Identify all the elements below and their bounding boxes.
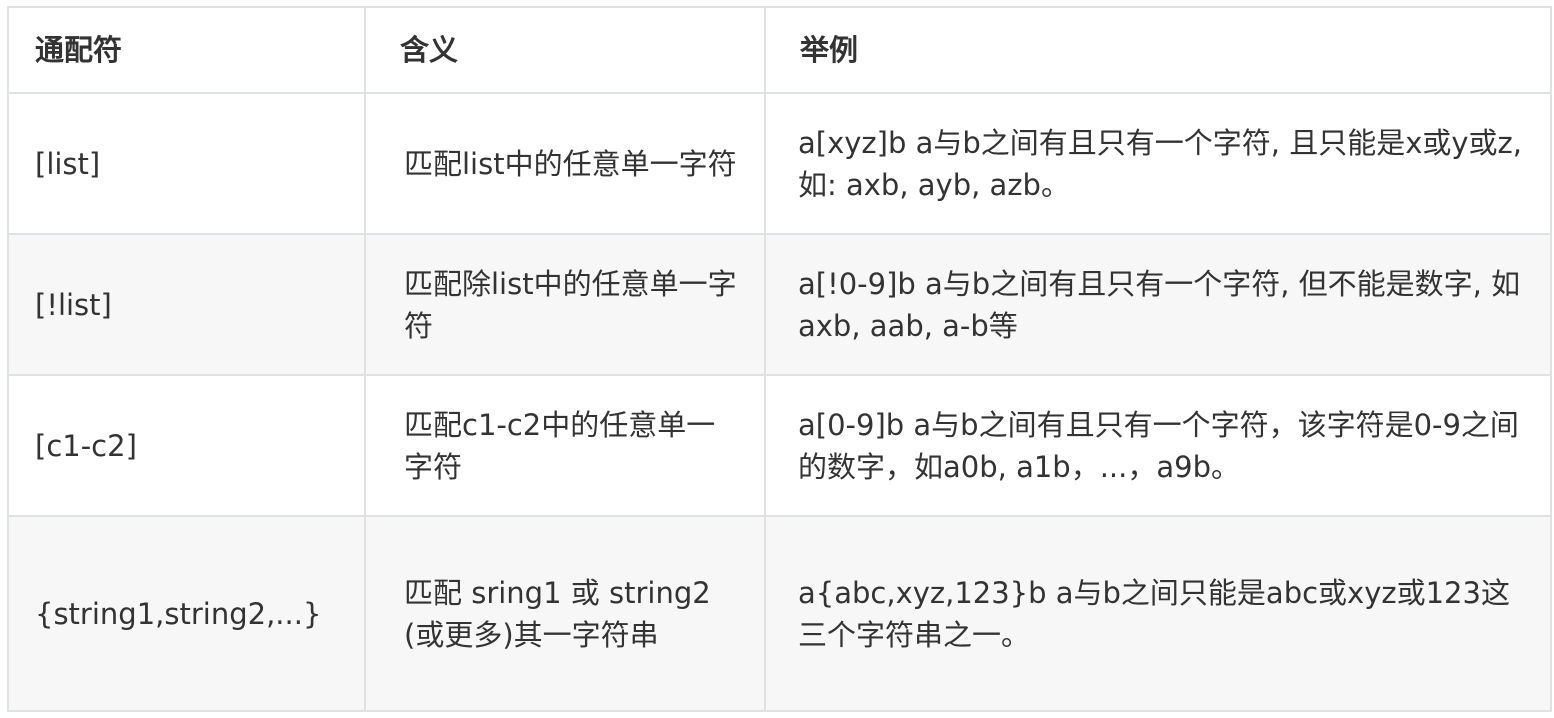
table-header-row: 通配符 含义 举例 bbox=[7, 6, 1552, 94]
meaning-cell: 匹配 sring1 或 string2 (或更多)其一字符串 bbox=[364, 515, 766, 712]
wildcard-table-container: 通配符 含义 举例 [list] 匹配list中的任意单一字符 a[xyz]b … bbox=[7, 6, 1552, 712]
table-row: [list] 匹配list中的任意单一字符 a[xyz]b a与b之间有且只有一… bbox=[7, 92, 1552, 235]
example-cell: a{abc,xyz,123}b a与b之间只能是abc或xyz或123这三个字符… bbox=[764, 515, 1552, 712]
example-cell: a[xyz]b a与b之间有且只有一个字符, 且只能是x或y或z, 如: axb… bbox=[764, 92, 1552, 235]
table-row: {string1,string2,...} 匹配 sring1 或 string… bbox=[7, 515, 1552, 712]
wildcard-cell: {string1,string2,...} bbox=[7, 515, 366, 712]
header-example: 举例 bbox=[764, 6, 1552, 94]
wildcard-table: 通配符 含义 举例 [list] 匹配list中的任意单一字符 a[xyz]b … bbox=[7, 6, 1552, 712]
meaning-cell: 匹配list中的任意单一字符 bbox=[364, 92, 766, 235]
header-meaning: 含义 bbox=[364, 6, 766, 94]
wildcard-cell: [c1-c2] bbox=[7, 374, 366, 517]
table-row: [c1-c2] 匹配c1-c2中的任意单一字符 a[0-9]b a与b之间有且只… bbox=[7, 374, 1552, 517]
meaning-cell: 匹配c1-c2中的任意单一字符 bbox=[364, 374, 766, 517]
meaning-cell: 匹配除list中的任意单一字符 bbox=[364, 233, 766, 376]
example-cell: a[0-9]b a与b之间有且只有一个字符，该字符是0-9之间的数字，如a0b,… bbox=[764, 374, 1552, 517]
wildcard-cell: [list] bbox=[7, 92, 366, 235]
example-cell: a[!0-9]b a与b之间有且只有一个字符, 但不能是数字, 如axb, aa… bbox=[764, 233, 1552, 376]
wildcard-cell: [!list] bbox=[7, 233, 366, 376]
table-row: [!list] 匹配除list中的任意单一字符 a[!0-9]b a与b之间有且… bbox=[7, 233, 1552, 376]
header-wildcard: 通配符 bbox=[7, 6, 366, 94]
